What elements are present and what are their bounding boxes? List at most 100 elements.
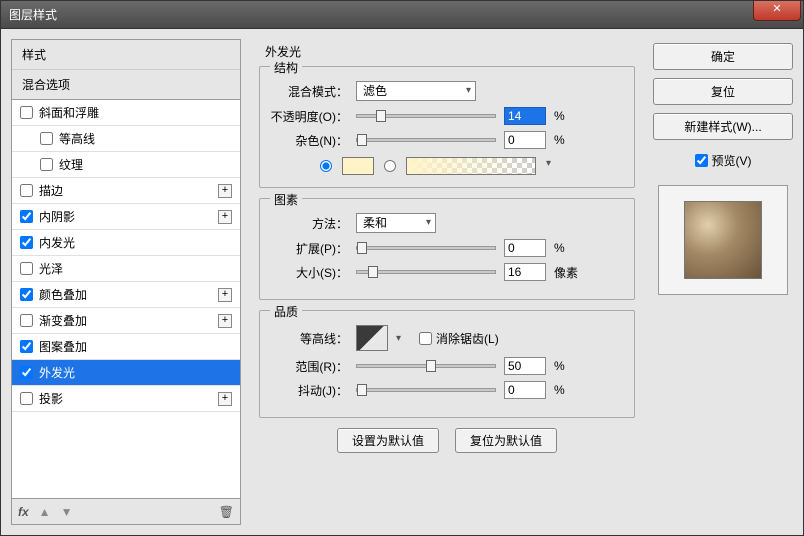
add-effect-icon[interactable]: +	[218, 392, 232, 406]
effect-title: 外发光	[265, 43, 639, 60]
preview-box	[658, 185, 788, 295]
style-item-6[interactable]: 光泽	[12, 256, 240, 282]
range-slider[interactable]	[356, 364, 496, 368]
style-item-7[interactable]: 颜色叠加+	[12, 282, 240, 308]
style-checkbox[interactable]	[20, 210, 33, 223]
preview-checkbox[interactable]	[695, 154, 708, 167]
reset-default-button[interactable]: 复位为默认值	[455, 428, 557, 453]
jitter-label: 抖动(J)：	[270, 382, 356, 399]
style-label: 内阴影	[39, 208, 218, 225]
style-checkbox[interactable]	[20, 288, 33, 301]
add-effect-icon[interactable]: +	[218, 314, 232, 328]
style-item-1[interactable]: 等高线	[12, 126, 240, 152]
style-checkbox[interactable]	[20, 392, 33, 405]
opacity-input[interactable]	[504, 107, 546, 125]
make-default-button[interactable]: 设置为默认值	[337, 428, 439, 453]
style-checkbox[interactable]	[20, 366, 33, 379]
size-input[interactable]	[504, 263, 546, 281]
layer-style-dialog: 图层样式 ✕ 样式 混合选项 斜面和浮雕等高线纹理描边+内阴影+内发光光泽颜色叠…	[0, 0, 804, 536]
gradient-swatch[interactable]	[406, 157, 536, 175]
styles-footer: fx ▲ ▼ 🗑	[12, 498, 240, 524]
preview-checkbox-wrap[interactable]: 预览(V)	[653, 152, 793, 169]
color-gradient-radio[interactable]	[384, 160, 396, 172]
style-checkbox[interactable]	[20, 106, 33, 119]
style-label: 描边	[39, 182, 218, 199]
antialias-checkbox-wrap[interactable]: 消除锯齿(L)	[419, 330, 499, 347]
style-checkbox[interactable]	[20, 236, 33, 249]
style-checkbox[interactable]	[20, 314, 33, 327]
style-item-9[interactable]: 图案叠加	[12, 334, 240, 360]
fx-icon[interactable]: fx	[18, 505, 29, 519]
contour-label: 等高线：	[270, 330, 356, 347]
spread-unit: %	[554, 241, 582, 255]
spread-slider[interactable]	[356, 246, 496, 250]
style-label: 投影	[39, 390, 218, 407]
style-item-5[interactable]: 内发光	[12, 230, 240, 256]
add-effect-icon[interactable]: +	[218, 184, 232, 198]
ok-button[interactable]: 确定	[653, 43, 793, 70]
style-item-0[interactable]: 斜面和浮雕	[12, 100, 240, 126]
preview-label: 预览(V)	[712, 152, 752, 169]
style-item-11[interactable]: 投影+	[12, 386, 240, 412]
add-effect-icon[interactable]: +	[218, 210, 232, 224]
blending-options-header[interactable]: 混合选项	[12, 70, 240, 99]
window-title: 图层样式	[9, 6, 753, 23]
noise-unit: %	[554, 133, 582, 147]
blend-mode-label: 混合模式：	[270, 83, 356, 100]
action-panel: 确定 复位 新建样式(W)... 预览(V)	[653, 39, 793, 525]
styles-header[interactable]: 样式	[12, 40, 240, 70]
cancel-button[interactable]: 复位	[653, 78, 793, 105]
style-label: 颜色叠加	[39, 286, 218, 303]
spread-input[interactable]	[504, 239, 546, 257]
group-elements: 图素 方法： 柔和 扩展(P)： % 大小(S)：	[259, 198, 635, 300]
group-structure: 结构 混合模式： 滤色 不透明度(O)： % 杂色(N)：	[259, 66, 635, 188]
antialias-checkbox[interactable]	[419, 332, 432, 345]
size-slider[interactable]	[356, 270, 496, 274]
opacity-slider[interactable]	[356, 114, 496, 118]
style-label: 等高线	[59, 130, 232, 147]
style-item-2[interactable]: 纹理	[12, 152, 240, 178]
jitter-unit: %	[554, 383, 582, 397]
style-item-10[interactable]: 外发光	[12, 360, 240, 386]
noise-label: 杂色(N)：	[270, 132, 356, 149]
blend-mode-select[interactable]: 滤色	[356, 81, 476, 101]
color-swatch[interactable]	[342, 157, 374, 175]
styles-panel: 样式 混合选项 斜面和浮雕等高线纹理描边+内阴影+内发光光泽颜色叠加+渐变叠加+…	[11, 39, 241, 525]
style-label: 图案叠加	[39, 338, 232, 355]
style-label: 渐变叠加	[39, 312, 218, 329]
jitter-input[interactable]	[504, 381, 546, 399]
technique-label: 方法：	[270, 215, 356, 232]
color-solid-radio[interactable]	[320, 160, 332, 172]
noise-input[interactable]	[504, 131, 546, 149]
opacity-unit: %	[554, 109, 582, 123]
add-effect-icon[interactable]: +	[218, 288, 232, 302]
style-label: 光泽	[39, 260, 232, 277]
trash-icon[interactable]: 🗑	[219, 505, 234, 519]
style-item-4[interactable]: 内阴影+	[12, 204, 240, 230]
style-checkbox[interactable]	[20, 262, 33, 275]
style-list: 斜面和浮雕等高线纹理描边+内阴影+内发光光泽颜色叠加+渐变叠加+图案叠加外发光投…	[12, 100, 240, 498]
opacity-label: 不透明度(O)：	[270, 108, 356, 125]
contour-picker[interactable]	[356, 325, 388, 351]
titlebar[interactable]: 图层样式 ✕	[1, 1, 803, 29]
style-item-8[interactable]: 渐变叠加+	[12, 308, 240, 334]
jitter-slider[interactable]	[356, 388, 496, 392]
technique-select[interactable]: 柔和	[356, 213, 436, 233]
move-up-icon[interactable]: ▲	[39, 505, 51, 519]
style-checkbox[interactable]	[20, 184, 33, 197]
close-button[interactable]: ✕	[753, 1, 801, 21]
style-item-3[interactable]: 描边+	[12, 178, 240, 204]
range-input[interactable]	[504, 357, 546, 375]
style-checkbox[interactable]	[40, 132, 53, 145]
noise-slider[interactable]	[356, 138, 496, 142]
style-checkbox[interactable]	[40, 158, 53, 171]
move-down-icon[interactable]: ▼	[61, 505, 73, 519]
style-checkbox[interactable]	[20, 340, 33, 353]
group-structure-legend: 结构	[270, 59, 302, 76]
chevron-down-icon[interactable]: ▾	[396, 333, 401, 344]
preview-thumbnail	[684, 201, 762, 279]
style-label: 外发光	[39, 364, 232, 381]
style-label: 内发光	[39, 234, 232, 251]
new-style-button[interactable]: 新建样式(W)...	[653, 113, 793, 140]
range-label: 范围(R)：	[270, 358, 356, 375]
